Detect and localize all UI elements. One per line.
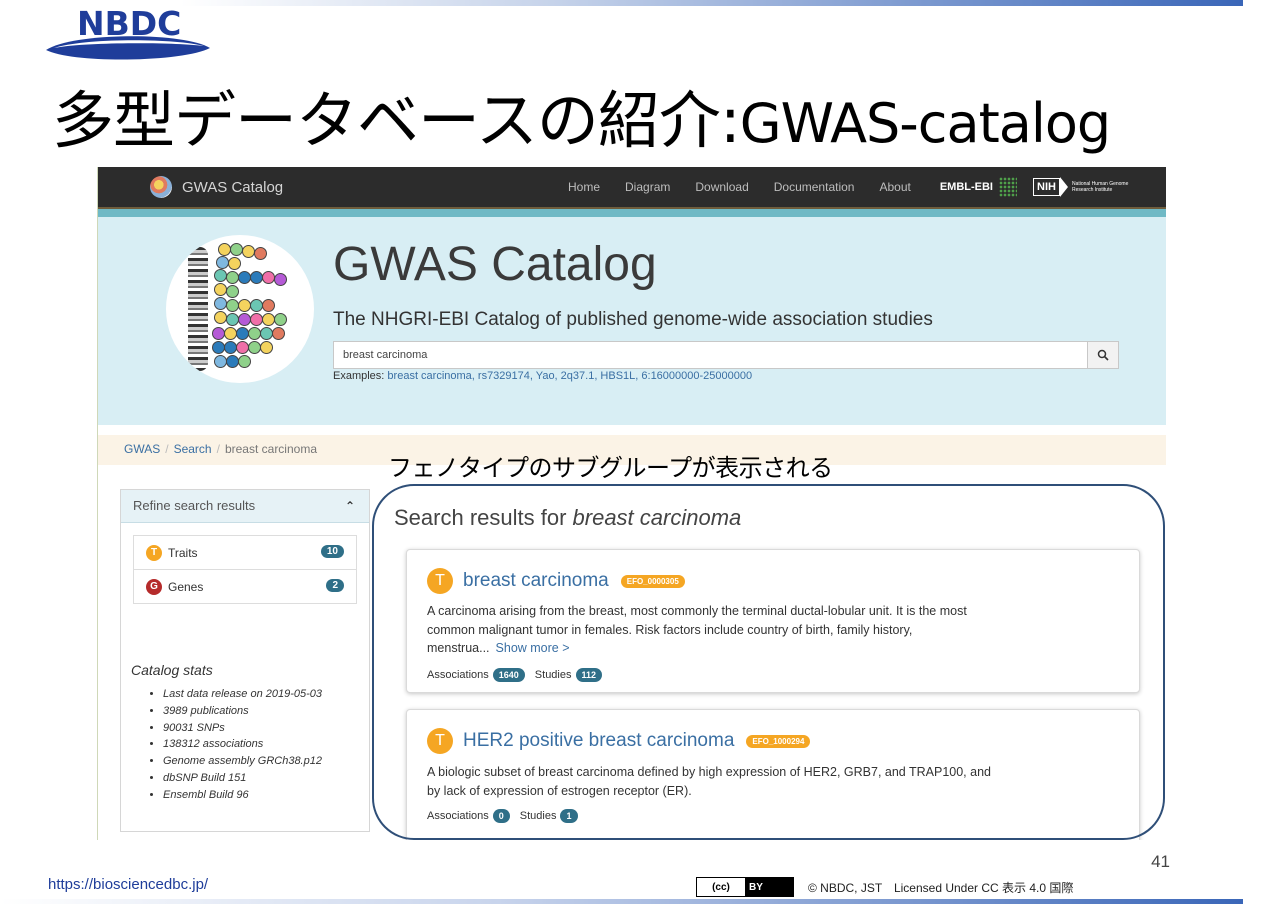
trait-dots-icon [212,243,312,373]
nbdc-logo: NBDC [44,4,214,64]
navbar: GWAS Catalog Home Diagram Download Docum… [98,167,1166,209]
breadcrumb-search[interactable]: Search [174,442,212,456]
stat-item: 138312 associations [163,736,322,753]
gwas-diagram-logo-icon [166,235,314,383]
breadcrumb-sep: / [216,442,220,456]
stat-item: Genome assembly GRCh38.p12 [163,753,322,770]
brand-label: GWAS Catalog [182,178,284,196]
license-text: © NBDC, JST Licensed Under CC 表示 4.0 国際 [808,881,1074,895]
stat-item: Ensembl Build 96 [163,787,322,804]
chevron-up-icon[interactable]: ⌃ [345,490,355,522]
nav-diagram[interactable]: Diagram [625,180,670,194]
teal-divider [98,209,1166,217]
search-examples: Examples: breast carcinoma, rs7329174, Y… [333,370,752,382]
breadcrumb-sep: / [165,442,169,456]
facet-count: 10 [320,545,344,558]
jumbotron: GWAS Catalog The NHGRI-EBI Catalog of pu… [98,217,1166,425]
search-button[interactable] [1087,341,1119,369]
breadcrumb-current: breast carcinoma [224,442,317,456]
chromosome-icon [188,247,208,371]
jumbotron-subtitle: The NHGRI-EBI Catalog of published genom… [333,309,933,330]
nih-arrow-icon [1059,177,1068,197]
facet-count: 2 [326,579,344,592]
cc-right-label: BY [745,878,793,896]
top-gradient-rule [180,0,1243,6]
facet-traits[interactable]: T Traits 10 [134,536,356,570]
facet-genes[interactable]: G Genes 2 [134,570,356,603]
examples-label: Examples: [333,370,388,382]
ebi-label: EMBL-EBI [939,181,993,193]
slide-title: 多型データベースの紹介:GWAS-catalog [52,70,1111,160]
footer-url[interactable]: https://biosciencedbc.jp/ [48,876,208,893]
nih-institute-text: National Human Genome Research Institute [1071,181,1129,193]
title-jp: 多型データベースの紹介 [52,84,721,157]
catalog-stats-list: Last data release on 2019-05-03 3989 pub… [131,686,322,804]
facet-label: Genes [168,579,204,594]
highlight-frame [372,484,1165,840]
nav-links: Home Diagram Download Documentation Abou… [568,167,1132,207]
facet-list: T Traits 10 G Genes 2 [133,535,357,604]
breadcrumb-gwas[interactable]: GWAS [124,442,160,456]
logo-swoosh-icon [46,36,210,60]
stat-item: 3989 publications [163,703,322,720]
examples-links[interactable]: breast carcinoma, rs7329174, Yao, 2q37.1… [387,370,752,382]
refine-panel-header[interactable]: Refine search results ⌃ [121,490,369,523]
search-input[interactable]: breast carcinoma [333,341,1098,369]
trait-badge-icon: T [146,544,162,561]
page-number: 41 [1151,852,1170,871]
bottom-gradient-rule [0,899,1243,904]
title-separator: : [719,84,741,157]
stat-item: Last data release on 2019-05-03 [163,686,322,703]
refine-title: Refine search results [133,498,256,513]
sidebar: Refine search results ⌃ T Traits 10 G Ge… [120,489,370,832]
gwas-logo-icon [150,176,172,198]
nav-download[interactable]: Download [695,180,748,194]
nih-logo[interactable]: NIH National Human Genome Research Insti… [1033,177,1132,197]
stat-item: dbSNP Build 151 [163,770,322,787]
catalog-stats-title: Catalog stats [131,662,213,678]
nav-documentation[interactable]: Documentation [774,180,855,194]
facet-label: Traits [168,545,198,560]
jumbotron-title: GWAS Catalog [333,238,657,291]
search-icon [1097,349,1109,361]
stat-item: 90031 SNPs [163,720,322,737]
ebi-dots-icon [999,177,1017,197]
cc-by-icon: (cc) BY [696,877,794,897]
gene-badge-icon: G [146,578,162,595]
nav-home[interactable]: Home [568,180,600,194]
nav-about[interactable]: About [879,180,910,194]
callout-annotation: フェノタイプのサブグループが表示される [388,454,833,482]
title-latin: GWAS-catalog [739,92,1111,155]
nih-label: NIH [1033,178,1060,196]
cc-left-label: (cc) [697,878,745,896]
embl-ebi-logo[interactable]: EMBL-EBI [940,177,1017,197]
nav-brand[interactable]: GWAS Catalog [150,174,283,200]
